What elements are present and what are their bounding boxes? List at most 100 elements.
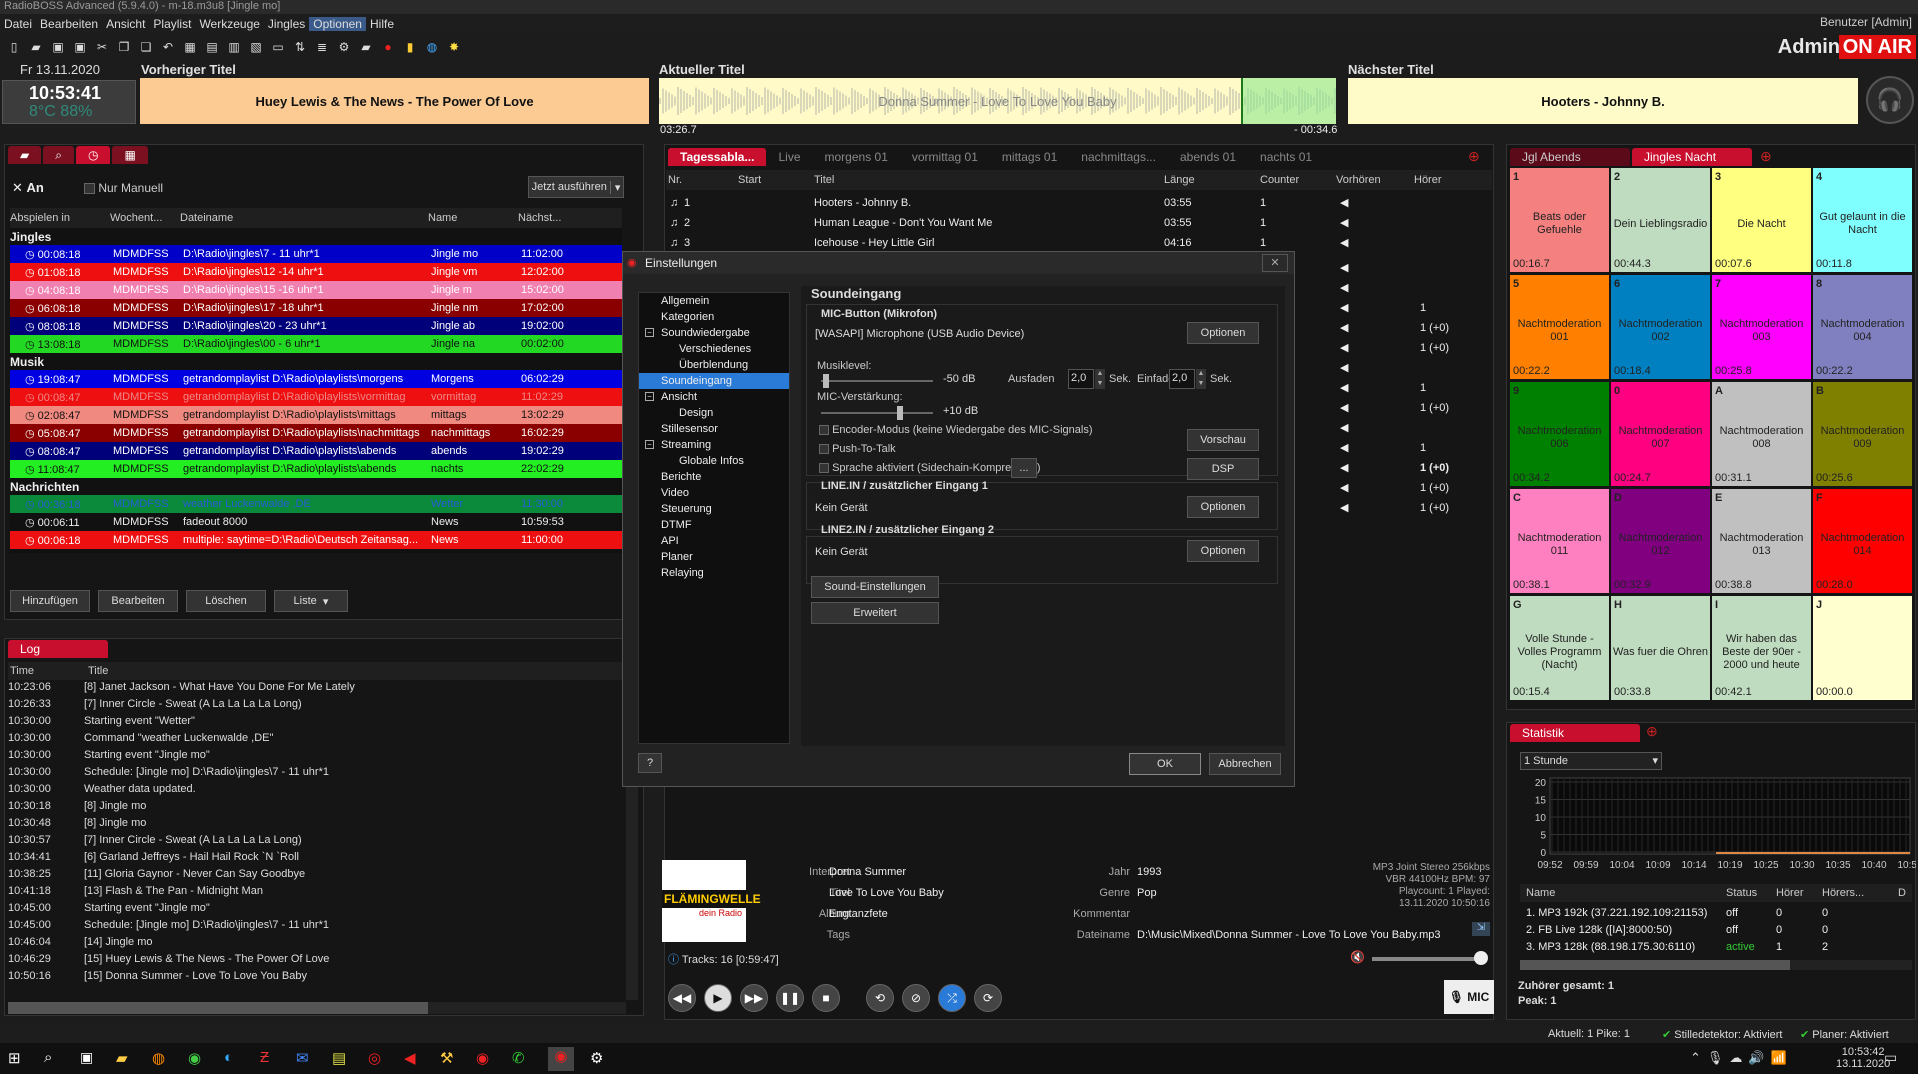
jingle-button[interactable]: 8 Nachtmoderation 004 00:22.2	[1813, 275, 1912, 379]
folder-tab-icon[interactable]: ▰	[8, 146, 42, 164]
add-jingle-tab-icon[interactable]: ⊕	[1754, 148, 1772, 166]
delete-button[interactable]: Löschen	[186, 590, 266, 612]
stream-row[interactable]: 3. MP3 128k (88.198.175.30:6110) active 1 2	[1520, 939, 1912, 956]
settings-tool-icon[interactable]: ⚙	[334, 37, 354, 57]
run-now-button[interactable]: Jetzt ausführen ▾	[528, 176, 624, 198]
notes-icon[interactable]: ▤	[332, 1049, 346, 1067]
folder-tool-icon[interactable]: ▰	[356, 37, 376, 57]
copy-icon[interactable]: ❐	[114, 37, 134, 57]
playlist-tab-7[interactable]: nachts 01	[1248, 148, 1324, 166]
event-group[interactable]: Musik	[10, 353, 622, 370]
playlist-tab-1[interactable]: Live	[766, 148, 812, 166]
tree-item[interactable]: Stillesensor	[639, 421, 789, 437]
event-row[interactable]: ◷ 04:08:18 MDMDFSS D:\Radio\jingles\15 -16…	[10, 281, 622, 299]
expand-icon[interactable]: ⇲	[1472, 922, 1490, 936]
help-button[interactable]: ?	[638, 753, 662, 773]
event-row[interactable]: ◷ 13:08:18 MDMDFSS D:\Radio\jingles\00 - 6…	[10, 335, 622, 353]
clock-tab-icon[interactable]: ◷	[75, 146, 111, 164]
fadeout-input[interactable]: 2,0	[1068, 369, 1094, 389]
event-row[interactable]: ◷ 00:36:18 MDMDFSS weather Luckenwalde ,DE…	[10, 495, 622, 513]
event-group[interactable]: Jingles	[10, 228, 622, 245]
mute-icon[interactable]: 🔇	[1350, 950, 1365, 964]
stream-row[interactable]: 2. FB Live 128k ([IA]:8000:50) off 0 0	[1520, 922, 1912, 939]
playlist-tab-6[interactable]: abends 01	[1168, 148, 1248, 166]
tree-item[interactable]: Soundeingang	[639, 373, 789, 389]
chevron-down-icon[interactable]: ▾	[609, 180, 620, 194]
list-button[interactable]: Liste ▾	[274, 590, 348, 612]
menu-item-5[interactable]: Jingles	[264, 17, 309, 31]
tree-item[interactable]: Verschiedenes	[639, 341, 789, 357]
log-row[interactable]: 10:30:00 Schedule: [Jingle mo] D:\Radio\j…	[4, 764, 624, 781]
log-row[interactable]: 10:38:25 [11] Gloria Gaynor - Never Can S…	[4, 866, 624, 883]
jingle-button[interactable]: H Was fuer die Ohren 00:33.8	[1611, 596, 1710, 700]
playlist-tab-2[interactable]: morgens 01	[813, 148, 900, 166]
sidechain-more-button[interactable]: ...	[1011, 458, 1037, 478]
layout1-icon[interactable]: ▦	[180, 37, 200, 57]
jingle-button[interactable]: D Nachtmoderation 012 00:32.9	[1611, 489, 1710, 593]
log-col-time[interactable]: Time	[8, 662, 88, 680]
tree-item[interactable]: Relaying	[639, 565, 789, 581]
block-icon[interactable]: ⊘	[902, 984, 930, 1012]
add-tab-icon[interactable]: ⊕	[1468, 148, 1480, 165]
paste-icon[interactable]: ❏	[136, 37, 156, 57]
stream-col-listeners[interactable]: Hörer	[1776, 884, 1804, 902]
preview-button[interactable]: Vorschau	[1187, 429, 1259, 451]
pl-col-length[interactable]: Länge	[1164, 170, 1195, 190]
stats-icon[interactable]: ▮	[400, 37, 420, 57]
event-row[interactable]: ◷ 11:08:47 MDMDFSS getrandomplaylist D:\Ra…	[10, 460, 622, 478]
pl-col-nr[interactable]: Nr.	[668, 170, 682, 190]
stream-hscroll-thumb[interactable]	[1520, 960, 1790, 970]
layout4-icon[interactable]: ▧	[246, 37, 266, 57]
pl-col-title[interactable]: Titel	[814, 170, 834, 190]
stream-col-name[interactable]: Name	[1526, 884, 1555, 902]
encoder-checkbox[interactable]: Encoder-Modus (keine Wiedergabe des MIC-…	[819, 424, 1093, 436]
close-icon[interactable]: ✕	[1262, 254, 1288, 272]
event-row[interactable]: ◷ 05:08:47 MDMDFSS getrandomplaylist D:\Ra…	[10, 424, 622, 442]
preview-play-icon[interactable]: ◀	[1340, 418, 1348, 438]
edit-button[interactable]: Bearbeiten	[98, 590, 178, 612]
event-row[interactable]: ◷ 00:06:11 MDMDFSS fadeout 8000 News 10:59:5…	[10, 513, 622, 531]
stream-row[interactable]: 1. MP3 192k (37.221.192.109:21153) off 0 0	[1520, 905, 1912, 922]
sound-settings-button[interactable]: Sound-Einstellungen	[811, 576, 939, 598]
play-button[interactable]: ▶	[704, 984, 732, 1012]
stop-button[interactable]: ■	[812, 984, 840, 1012]
advanced-button[interactable]: Erweitert	[811, 602, 939, 624]
fadeout-spinner-icon[interactable]: ▲ ▼	[1095, 369, 1105, 389]
prev-title[interactable]: Huey Lewis & The News - The Power Of Lov…	[140, 78, 649, 124]
playlist-tab-0[interactable]: Tagessabla...	[668, 148, 767, 166]
jingle-button[interactable]: 5 Nachtmoderation 001 00:22.2	[1510, 275, 1609, 379]
tree-item[interactable]: Überblendung	[639, 357, 789, 373]
log-row[interactable]: 10:30:00 Command "weather Luckenwalde ,DE…	[4, 730, 624, 747]
fadein-spinner-icon[interactable]: ▲ ▼	[1196, 369, 1206, 389]
volume-slider[interactable]	[1372, 957, 1482, 961]
log-row[interactable]: 10:45:00 Schedule: [Jingle mo] D:\Radio\j…	[4, 917, 624, 934]
event-row[interactable]: ◷ 00:06:18 MDMDFSS multiple: saytime=D:\Ra…	[10, 531, 622, 549]
log-row[interactable]: 10:30:57 [7] Inner Circle - Sweat (A La L…	[4, 832, 624, 849]
settings-icon[interactable]: ⚙	[590, 1049, 603, 1067]
preview-play-icon[interactable]: ◀	[1340, 338, 1348, 358]
line1-options-button[interactable]: Optionen	[1187, 496, 1259, 518]
col-next[interactable]: Nächst...	[518, 208, 622, 228]
preview-play-icon[interactable]: ◀	[1340, 298, 1348, 318]
stream-col-d[interactable]: D	[1898, 884, 1906, 902]
options-icon[interactable]: ✸	[444, 37, 464, 57]
log-row[interactable]: 10:41:18 [13] Flash & The Pan - Midnight …	[4, 883, 624, 900]
stream-col-listeners2[interactable]: Hörers...	[1822, 884, 1864, 902]
jingle-button[interactable]: 6 Nachtmoderation 002 00:18.4	[1611, 275, 1710, 379]
task-view-icon[interactable]: ▣	[80, 1049, 93, 1066]
music-level-handle[interactable]	[823, 374, 829, 388]
open-icon[interactable]: ▰	[26, 37, 46, 57]
jingle-button[interactable]: A Nachtmoderation 008 00:31.1	[1712, 382, 1811, 486]
tab-log[interactable]: Log	[8, 640, 108, 658]
edge-icon[interactable]: ◐	[224, 1049, 233, 1066]
preview-play-icon[interactable]: ◀	[1340, 278, 1348, 298]
log-row[interactable]: 10:50:16 [15] Donna Summer - Love To Love…	[4, 968, 624, 985]
globe-icon[interactable]: ◍	[422, 37, 442, 57]
jingle-button[interactable]: B Nachtmoderation 009 00:25.6	[1813, 382, 1912, 486]
col-name[interactable]: Name	[428, 208, 518, 228]
preview-play-icon[interactable]: ◀	[1340, 233, 1348, 253]
preview-play-icon[interactable]: ◀	[1340, 478, 1348, 498]
jingle-button[interactable]: 0 Nachtmoderation 007 00:24.7	[1611, 382, 1710, 486]
log-col-title[interactable]: Title	[88, 665, 108, 677]
preview-play-icon[interactable]: ◀	[1340, 398, 1348, 418]
